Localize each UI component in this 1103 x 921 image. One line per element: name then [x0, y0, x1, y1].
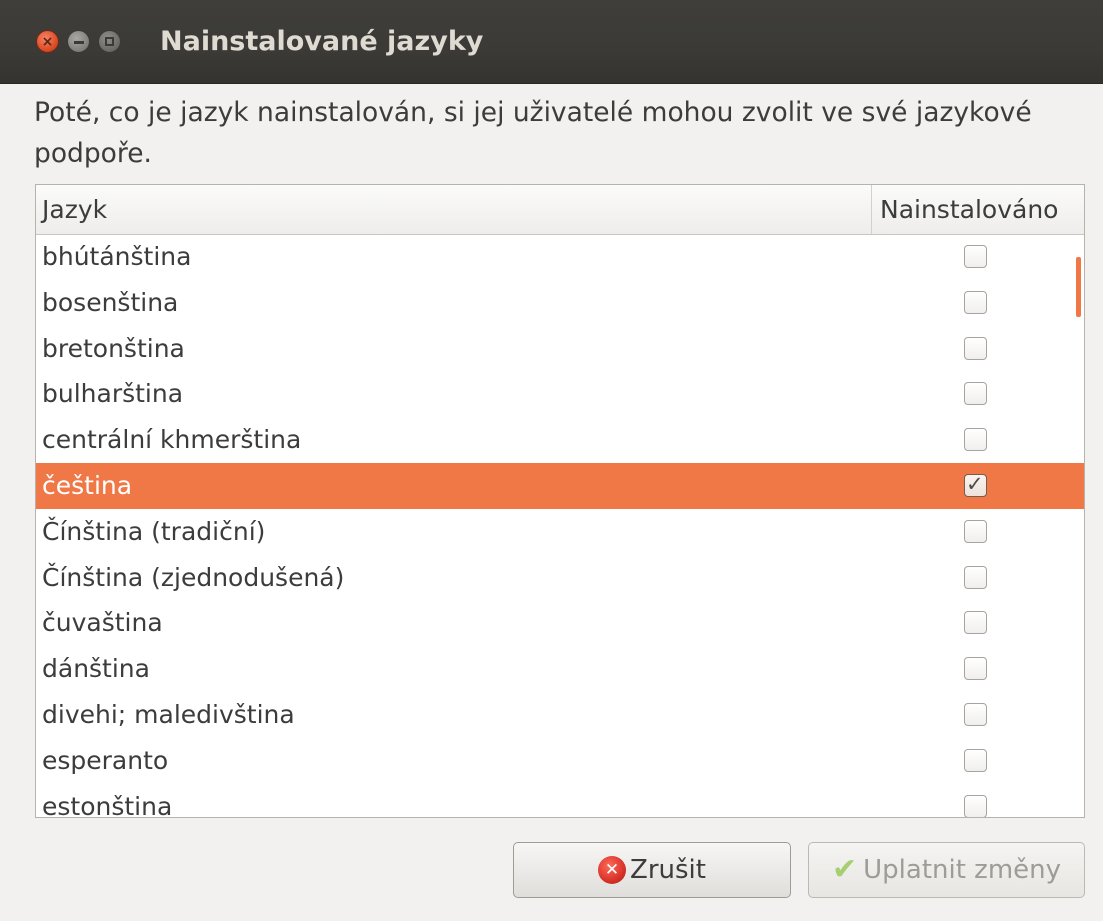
installed-checkbox[interactable] [964, 336, 987, 360]
installed-checkbox[interactable] [964, 245, 987, 268]
checkmark-icon: ✔ [831, 852, 858, 887]
language-label: čuvaština [42, 608, 163, 638]
maximize-icon [105, 37, 114, 46]
language-label: bulharština [42, 379, 184, 409]
list-row[interactable]: dánština [36, 646, 1084, 692]
installed-checkbox[interactable] [964, 290, 987, 314]
installed-checkbox[interactable] [964, 748, 987, 772]
list-row[interactable]: Čínština (tradiční) [36, 509, 1084, 555]
window-title: Nainstalované jazyky [160, 26, 484, 57]
installed-checkbox[interactable] [964, 794, 987, 817]
list-row[interactable]: bretonština [36, 326, 1084, 372]
list-row[interactable]: bosenština [36, 280, 1084, 326]
installed-checkbox[interactable] [964, 611, 987, 635]
list-row[interactable]: esperanto [36, 738, 1084, 784]
language-label: esperanto [42, 745, 169, 775]
installed-checkbox[interactable] [964, 565, 987, 589]
cancel-button[interactable]: ✕ Zrušit [513, 842, 791, 898]
language-list[interactable]: Jazyk Nainstalováno bhútánština bosenštin… [35, 184, 1085, 818]
close-icon: × [41, 33, 54, 50]
title-bar[interactable]: × Nainstalované jazyky [0, 0, 1103, 84]
minimize-icon [74, 41, 84, 44]
list-row[interactable]: centrální khmerština [36, 417, 1084, 463]
language-label: Čínština (zjednodušená) [42, 562, 345, 592]
list-rows: bhútánština bosenština bretonština bulharšt… [36, 234, 1084, 818]
language-label: centrální khmerština [42, 425, 302, 455]
list-row[interactable]: divehi; maledivština [36, 692, 1084, 738]
dialog-window: × Nainstalované jazyky Poté, co je jazyk… [0, 0, 1103, 921]
column-header-installed[interactable]: Nainstalováno [872, 185, 1084, 234]
apply-changes-button[interactable]: ✔ Uplatnit změny [808, 842, 1085, 898]
apply-button-label: Uplatnit změny [863, 855, 1062, 885]
list-row[interactable]: estonština [36, 784, 1084, 818]
list-row[interactable]: bhútánština [36, 234, 1084, 280]
language-label: bhútánština [42, 242, 192, 271]
installed-checkbox[interactable] [964, 519, 987, 543]
installed-checkbox[interactable]: ✓ [964, 471, 987, 497]
language-label: bretonština [42, 333, 185, 363]
language-label: bosenština [42, 287, 179, 317]
list-row[interactable]: Čínština (zjednodušená) [36, 555, 1084, 601]
language-label: Čínština (tradiční) [42, 516, 266, 546]
cancel-button-label: Zrušit [630, 855, 706, 885]
maximize-window-button[interactable] [98, 30, 121, 53]
list-row[interactable]: čeština ✓ [36, 462, 1084, 509]
checkmark-icon: ✓ [966, 471, 984, 496]
scrollbar-thumb[interactable] [1076, 257, 1081, 317]
close-window-button[interactable]: × [36, 30, 59, 53]
list-row[interactable]: bulharština [36, 371, 1084, 417]
list-header: Jazyk Nainstalováno [36, 185, 1084, 235]
language-label: divehi; maledivština [42, 699, 295, 729]
description-text: Poté, co je jazyk nainstalován, si jej u… [34, 97, 1032, 169]
language-label: dánština [42, 654, 150, 684]
installed-checkbox[interactable] [964, 382, 987, 406]
list-row[interactable]: čuvaština [36, 600, 1084, 646]
cancel-icon: ✕ [598, 856, 627, 884]
language-label: estonština [42, 791, 173, 818]
column-header-language[interactable]: Jazyk [36, 185, 872, 234]
installed-checkbox[interactable] [964, 428, 987, 452]
installed-checkbox[interactable] [964, 657, 987, 681]
minimize-window-button[interactable] [67, 30, 90, 53]
installed-checkbox[interactable] [964, 702, 987, 726]
language-label: čeština [42, 470, 133, 500]
